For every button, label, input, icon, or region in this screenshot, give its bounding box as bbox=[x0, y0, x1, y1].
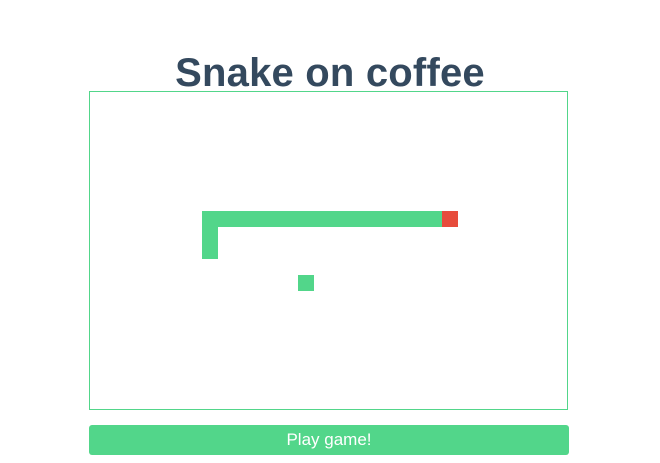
snake-segment bbox=[298, 211, 314, 227]
snake-segment bbox=[314, 211, 330, 227]
game-board bbox=[89, 91, 568, 410]
snake-segment bbox=[346, 211, 362, 227]
snake-segment bbox=[250, 211, 266, 227]
snake-segment bbox=[410, 211, 426, 227]
snake-segment bbox=[202, 211, 218, 227]
food-pellet bbox=[298, 275, 314, 291]
snake-segment bbox=[234, 211, 250, 227]
snake-segment bbox=[362, 211, 378, 227]
snake-segment bbox=[330, 211, 346, 227]
snake-head bbox=[442, 211, 458, 227]
snake-segment bbox=[426, 211, 442, 227]
snake-segment bbox=[218, 211, 234, 227]
snake-segment bbox=[394, 211, 410, 227]
snake-segment bbox=[202, 227, 218, 243]
snake-segment bbox=[282, 211, 298, 227]
snake-segment bbox=[202, 243, 218, 259]
play-game-button[interactable]: Play game! bbox=[89, 425, 569, 455]
snake-segment bbox=[378, 211, 394, 227]
snake-segment bbox=[266, 211, 282, 227]
